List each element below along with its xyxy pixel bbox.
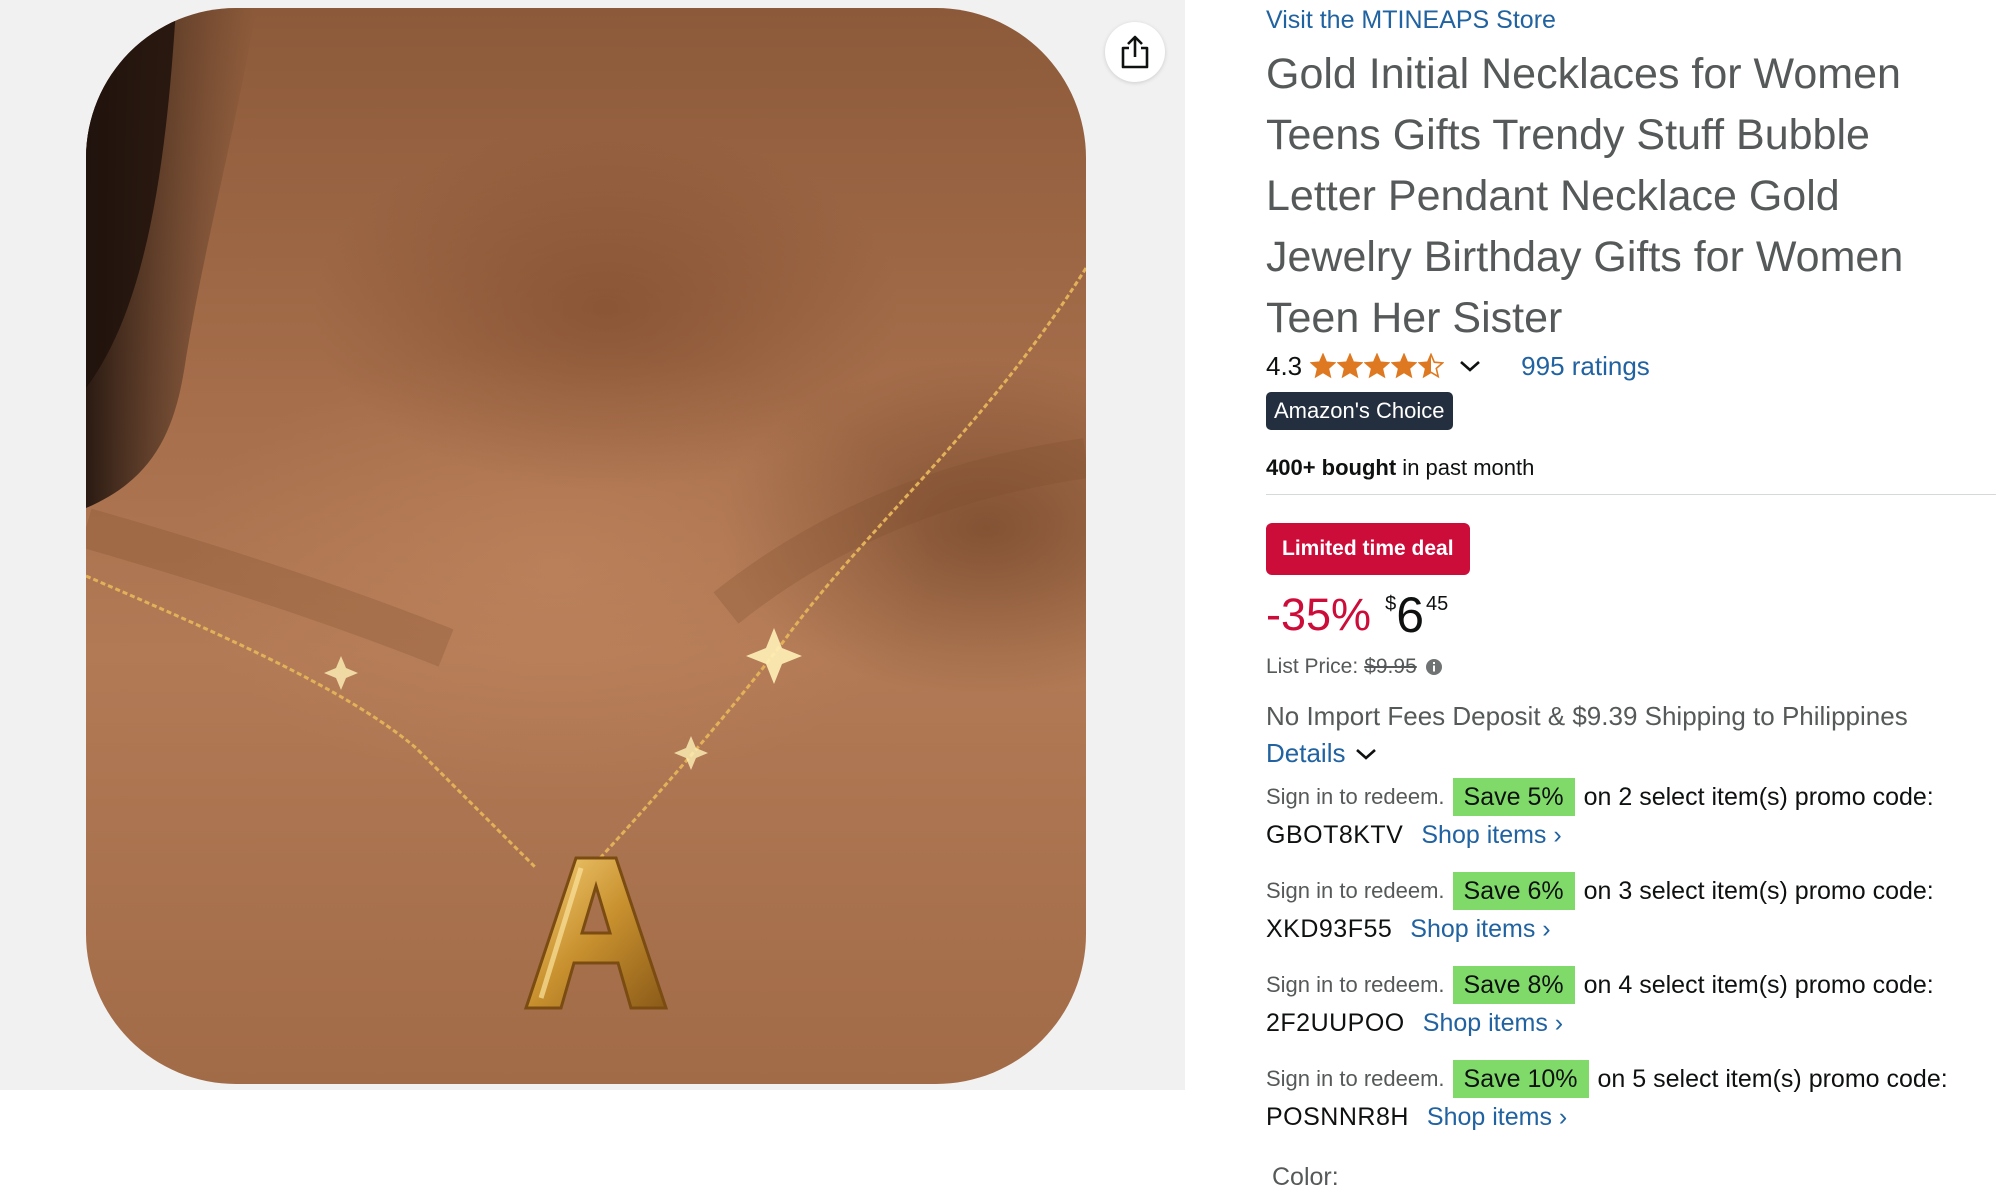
product-title: Gold Initial Necklaces for Women Teens G… — [1266, 50, 1904, 342]
promo-terms: on 2 select item(s) promo code: — [1583, 782, 1934, 811]
product-main-image[interactable] — [86, 8, 1086, 1084]
bought-in-past-month: 400+ bought in past month — [1266, 455, 1534, 481]
deal-price: $ 6 45 — [1385, 580, 1448, 650]
promo-code: POSNNR8H — [1266, 1102, 1409, 1131]
chevron-down-icon — [1356, 748, 1377, 760]
promo-code: 2F2UUPOO — [1266, 1008, 1405, 1037]
shop-items-link[interactable]: Shop items › — [1421, 821, 1561, 850]
list-price: List Price: $9.95 — [1266, 655, 1443, 679]
bought-suffix: in past month — [1396, 455, 1535, 480]
star-icon — [1391, 353, 1418, 379]
ratings-count-link[interactable]: 995 ratings — [1521, 351, 1650, 382]
promo-offer: Sign in to redeem. Save 6% on 3 select i… — [1266, 872, 1996, 948]
shop-items-link[interactable]: Shop items › — [1410, 915, 1550, 944]
bought-count: 400+ bought — [1266, 455, 1397, 480]
share-icon — [1121, 35, 1149, 69]
promo-code: XKD93F55 — [1266, 914, 1393, 943]
discount-percent: -35% — [1266, 589, 1372, 640]
star-rating[interactable] — [1310, 353, 1445, 379]
necklace-illustration — [86, 8, 1086, 1010]
promo-signin-text: Sign in to redeem. — [1266, 878, 1445, 903]
price-whole: 6 — [1396, 587, 1424, 643]
promo-terms: on 3 select item(s) promo code: — [1583, 876, 1934, 905]
details-label: Details — [1266, 738, 1346, 768]
promo-signin-text: Sign in to redeem. — [1266, 972, 1445, 997]
promo-code: GBOT8KTV — [1266, 820, 1404, 849]
price-row: -35% $ 6 45 — [1266, 580, 1448, 650]
promo-offer: Sign in to redeem. Save 10% on 5 select … — [1266, 1060, 1996, 1136]
promo-signin-text: Sign in to redeem. — [1266, 784, 1445, 809]
color-variant-label: Color: — [1272, 1163, 1339, 1191]
promo-offer: Sign in to redeem. Save 8% on 4 select i… — [1266, 966, 1996, 1042]
divider — [1266, 494, 1996, 495]
rating-popover-button[interactable] — [1459, 359, 1481, 373]
price-currency-symbol: $ — [1385, 593, 1397, 615]
star-icon — [1310, 353, 1337, 379]
chevron-down-icon — [1460, 361, 1481, 372]
pendant-letter-a — [523, 856, 669, 1010]
shop-items-link[interactable]: Shop items › — [1423, 1009, 1563, 1038]
rating-value: 4.3 — [1266, 350, 1303, 381]
star-icon — [1337, 353, 1364, 379]
promo-signin-text: Sign in to redeem. — [1266, 1066, 1445, 1091]
list-price-label: List Price: — [1266, 655, 1359, 678]
list-price-info-button[interactable] — [1425, 658, 1443, 676]
star-icon — [1418, 353, 1445, 379]
promo-save-badge[interactable]: Save 5% — [1452, 778, 1575, 816]
shop-items-link[interactable]: Shop items › — [1427, 1103, 1567, 1132]
promo-terms: on 5 select item(s) promo code: — [1597, 1064, 1948, 1093]
rating-row: 4.3 995 ratings — [1266, 346, 1650, 386]
limited-time-deal-badge: Limited time deal — [1266, 523, 1470, 575]
price-fraction: 45 — [1426, 593, 1449, 615]
list-price-value: $9.95 — [1364, 655, 1417, 678]
promo-save-badge[interactable]: Save 8% — [1452, 966, 1575, 1004]
star-icon — [1364, 353, 1391, 379]
shipping-details-button[interactable]: Details — [1266, 738, 1377, 769]
product-image-gallery — [0, 0, 1185, 1090]
promo-terms: on 4 select item(s) promo code: — [1583, 970, 1934, 999]
shipping-info: No Import Fees Deposit & $9.39 Shipping … — [1266, 701, 1908, 731]
share-button[interactable] — [1105, 22, 1165, 82]
necklace-chain-right — [589, 267, 1086, 870]
info-icon — [1425, 659, 1442, 675]
promo-save-badge[interactable]: Save 6% — [1452, 872, 1575, 910]
store-link[interactable]: Visit the MTINEAPS Store — [1266, 6, 1556, 35]
necklace-chain-left — [86, 574, 538, 870]
promo-offer: Sign in to redeem. Save 5% on 2 select i… — [1266, 778, 1996, 854]
promo-save-badge[interactable]: Save 10% — [1452, 1060, 1589, 1098]
amazons-choice-badge: Amazon's Choice — [1266, 392, 1453, 430]
